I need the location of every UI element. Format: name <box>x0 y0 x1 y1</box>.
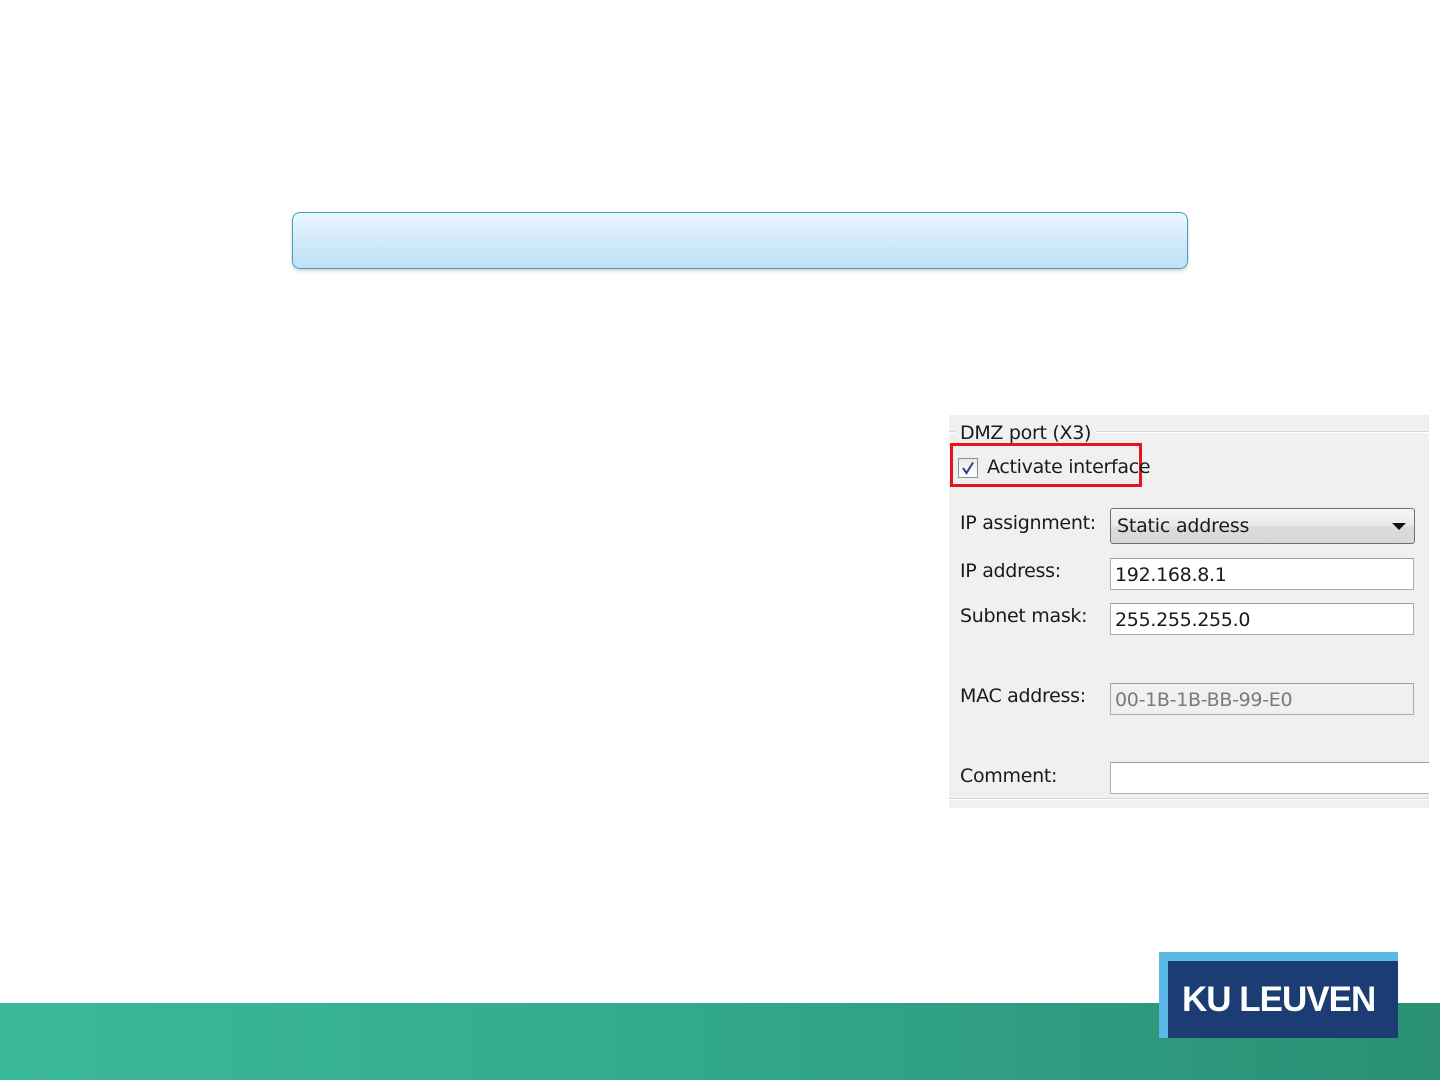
ip-address-label: IP address: <box>960 560 1061 582</box>
dmz-port-settings-panel: DMZ port (X3) Activate interface IP assi… <box>949 415 1429 808</box>
comment-field[interactable] <box>1110 762 1429 794</box>
subnet-mask-field[interactable]: 255.255.255.0 <box>1110 603 1414 635</box>
panel-bottom-divider <box>949 798 1429 800</box>
ku-leuven-logo: KU LEUVEN <box>1159 952 1398 1038</box>
check-icon <box>962 461 974 475</box>
slide-title-bar <box>292 212 1188 269</box>
group-title: DMZ port (X3) <box>955 422 1097 444</box>
mac-address-label: MAC address: <box>960 685 1086 707</box>
logo-text: KU LEUVEN <box>1182 980 1376 1019</box>
ip-address-field[interactable]: 192.168.8.1 <box>1110 558 1414 590</box>
activate-interface-label[interactable]: Activate interface <box>987 456 1151 478</box>
ip-assignment-dropdown[interactable]: Static address <box>1110 508 1415 544</box>
chevron-down-icon <box>1392 523 1406 530</box>
ip-assignment-label: IP assignment: <box>960 512 1096 534</box>
ip-assignment-value: Static address <box>1117 515 1250 537</box>
subnet-mask-label: Subnet mask: <box>960 605 1088 627</box>
mac-address-field: 00-1B-1B-BB-99-E0 <box>1110 683 1414 715</box>
activate-interface-checkbox[interactable] <box>958 458 978 478</box>
comment-label: Comment: <box>960 765 1058 787</box>
